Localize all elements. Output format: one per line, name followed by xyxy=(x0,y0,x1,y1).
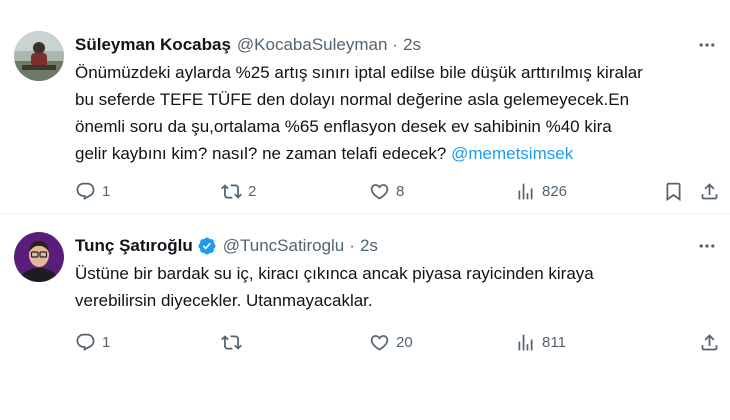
analytics-icon xyxy=(518,334,533,350)
timestamp[interactable]: 2s xyxy=(403,35,421,55)
view-count: 811 xyxy=(542,333,566,351)
share-icon xyxy=(701,333,718,350)
avatar[interactable] xyxy=(14,31,64,81)
share-button[interactable] xyxy=(699,329,720,355)
reply-icon xyxy=(76,182,95,200)
tweet-header: Süleyman Kocabaş @KocabaSuleyman · 2s xyxy=(75,34,421,56)
tweet-header: Tunç Şatıroğlu @TuncSatiroglu · 2s xyxy=(75,235,378,257)
heart-icon xyxy=(370,334,389,351)
tweet-text: Önümüzdeki aylarda %25 artış sınırı ipta… xyxy=(75,59,715,167)
separator: · xyxy=(349,236,355,255)
display-name[interactable]: Tunç Şatıroğlu xyxy=(75,236,193,256)
tweet[interactable]: Tunç Şatıroğlu @TuncSatiroglu · 2s Üstün… xyxy=(0,214,730,364)
avatar[interactable] xyxy=(14,232,64,282)
verified-badge-icon xyxy=(197,236,217,256)
share-button[interactable] xyxy=(699,178,720,204)
bookmark-button[interactable] xyxy=(663,178,684,204)
views-button[interactable]: 811 xyxy=(515,329,566,355)
tweet-text: Üstüne bir bardak su iç, kiracı çıkınca … xyxy=(75,260,715,314)
more-icon xyxy=(699,244,715,248)
separator: · xyxy=(392,35,399,54)
reply-button[interactable]: 1 xyxy=(75,178,110,204)
share-icon xyxy=(701,182,718,199)
retweet-icon xyxy=(221,183,242,199)
tweet-actions: 1 2 8 826 xyxy=(75,178,720,204)
tweet-body-text: Üstüne bir bardak su iç, kiracı çıkınca … xyxy=(75,264,594,310)
display-name[interactable]: Süleyman Kocabaş xyxy=(75,35,231,55)
heart-icon xyxy=(370,183,389,200)
retweet-icon xyxy=(221,334,242,350)
like-button[interactable]: 8 xyxy=(369,178,404,204)
more-options-button[interactable] xyxy=(694,235,720,257)
reply-button[interactable]: 1 xyxy=(75,329,110,355)
views-button[interactable]: 826 xyxy=(515,178,567,204)
retweet-button[interactable] xyxy=(221,329,248,355)
user-handle[interactable]: @TuncSatiroglu xyxy=(223,236,345,256)
retweet-button[interactable]: 2 xyxy=(221,178,256,204)
user-handle[interactable]: @KocabaSuleyman xyxy=(237,35,388,55)
reply-count: 1 xyxy=(102,182,111,200)
timestamp[interactable]: 2s xyxy=(360,236,378,256)
like-count: 20 xyxy=(396,333,413,351)
like-count: 8 xyxy=(396,182,405,200)
bookmark-icon xyxy=(666,182,681,201)
tweet-actions: 1 20 811 xyxy=(75,329,720,355)
retweet-count: 2 xyxy=(248,182,257,200)
analytics-icon xyxy=(518,183,533,199)
mention-link[interactable]: @memetsimsek xyxy=(451,144,573,163)
more-icon xyxy=(699,43,715,47)
tweet[interactable]: Süleyman Kocabaş @KocabaSuleyman · 2s Ön… xyxy=(0,0,730,214)
like-button[interactable]: 20 xyxy=(369,329,413,355)
reply-count: 1 xyxy=(102,333,111,351)
view-count: 826 xyxy=(542,182,568,200)
more-options-button[interactable] xyxy=(694,34,720,56)
reply-icon xyxy=(76,333,95,351)
